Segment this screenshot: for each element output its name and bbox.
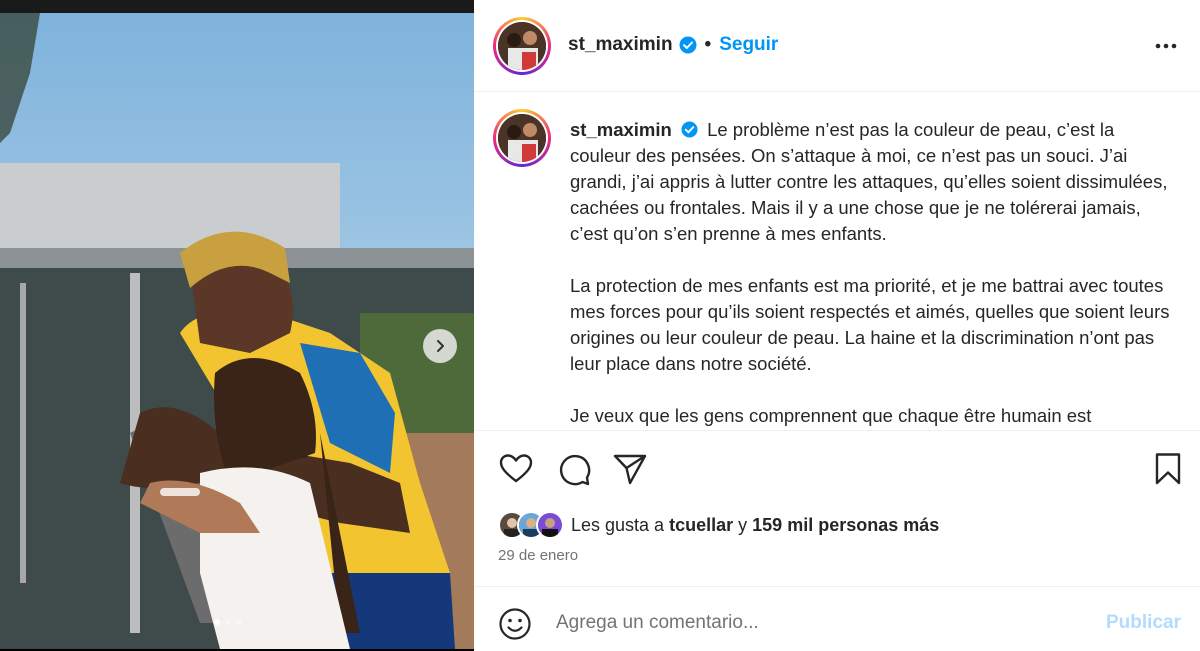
author-avatar[interactable] xyxy=(493,17,551,75)
caption-paragraph: st_maximin Le problème n’est pas la coul… xyxy=(570,117,1170,247)
heart-icon[interactable] xyxy=(498,451,534,487)
caption-paragraph: Je veux que les gens comprennent que cha… xyxy=(570,405,1092,426)
likes-summary[interactable]: Les gusta a tcuellar y 159 mil personas … xyxy=(498,511,939,539)
caption-section: st_maximin Le problème n’est pas la coul… xyxy=(474,93,1200,429)
caption-author-avatar[interactable] xyxy=(493,109,551,167)
more-options-icon[interactable] xyxy=(1152,34,1180,58)
likes-connector: y xyxy=(738,514,748,535)
share-icon[interactable] xyxy=(612,451,648,487)
verified-badge-icon xyxy=(679,36,697,54)
comment-bar: Publicar xyxy=(474,586,1200,651)
avatar-image xyxy=(498,22,546,70)
avatar-image xyxy=(498,114,546,162)
next-slide-button[interactable] xyxy=(423,329,457,363)
post-details-panel: st_maximin • Seguir st_maximin Le problè… xyxy=(474,0,1200,651)
liker-username-link[interactable]: tcuellar xyxy=(669,515,733,535)
comment-input[interactable] xyxy=(556,607,1086,639)
carousel-indicator xyxy=(214,619,242,625)
follow-button[interactable]: Seguir xyxy=(719,34,778,56)
caption-username-link[interactable]: st_maximin xyxy=(570,119,672,140)
carousel-dot xyxy=(236,619,242,625)
post-photo[interactable] xyxy=(0,13,474,649)
instagram-post-view: st_maximin • Seguir st_maximin Le problè… xyxy=(0,0,1200,651)
publish-button[interactable]: Publicar xyxy=(1106,612,1181,634)
post-caption: st_maximin Le problème n’est pas la coul… xyxy=(570,117,1170,429)
separator-dot: • xyxy=(704,34,712,55)
header-user: st_maximin • Seguir xyxy=(568,34,778,56)
carousel-dot xyxy=(225,619,231,625)
bookmark-icon[interactable] xyxy=(1150,451,1186,487)
post-actions: Les gusta a tcuellar y 159 mil personas … xyxy=(474,430,1200,585)
liker-avatar xyxy=(536,511,564,539)
carousel-dot-active xyxy=(214,619,220,625)
likes-text: Les gusta a tcuellar y 159 mil personas … xyxy=(571,515,939,536)
chevron-right-icon xyxy=(437,340,444,352)
post-header: st_maximin • Seguir xyxy=(474,0,1200,92)
post-date[interactable]: 29 de enero xyxy=(498,547,578,564)
likes-prefix: Les gusta a xyxy=(571,514,665,535)
username-link[interactable]: st_maximin xyxy=(568,34,673,56)
caption-paragraph: La protection de mes enfants est ma prio… xyxy=(570,275,1170,374)
photo-illustration xyxy=(0,13,474,649)
likes-count[interactable]: 159 mil personas más xyxy=(752,515,939,535)
verified-badge-icon xyxy=(681,121,698,138)
emoji-icon[interactable] xyxy=(498,607,532,641)
comment-icon[interactable] xyxy=(556,451,592,487)
